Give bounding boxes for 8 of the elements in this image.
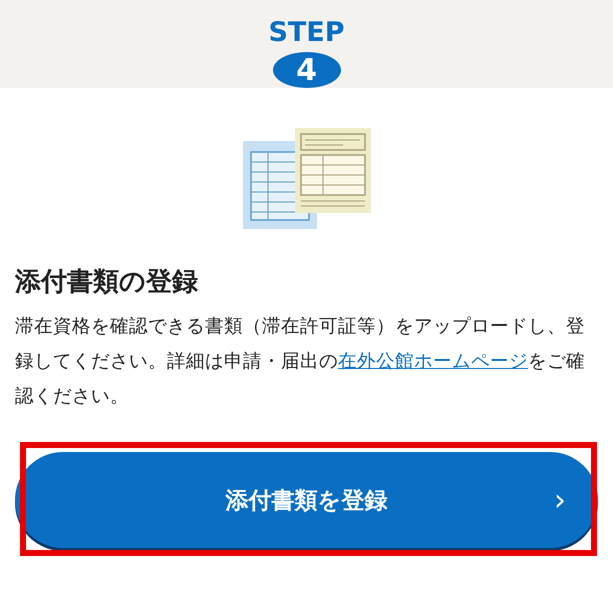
chevron-icon: › bbox=[554, 482, 566, 518]
documents-icon bbox=[242, 128, 370, 229]
step-label: STEP bbox=[268, 18, 345, 48]
instructions-text: 滞在資格を確認できる書類（滞在許可証等）をアップロードし、登録してください。詳細は申請・届出の在外公館ホームページ をご確認ください。 bbox=[15, 315, 586, 409]
section-heading: 添付書類の登録 bbox=[15, 266, 199, 299]
embassy-homepage-link[interactable]: 在外公館ホームページ bbox=[338, 351, 528, 372]
step-number: 4 bbox=[272, 52, 340, 88]
register-attachments-button[interactable]: 添付書類を登録 › bbox=[15, 452, 598, 548]
